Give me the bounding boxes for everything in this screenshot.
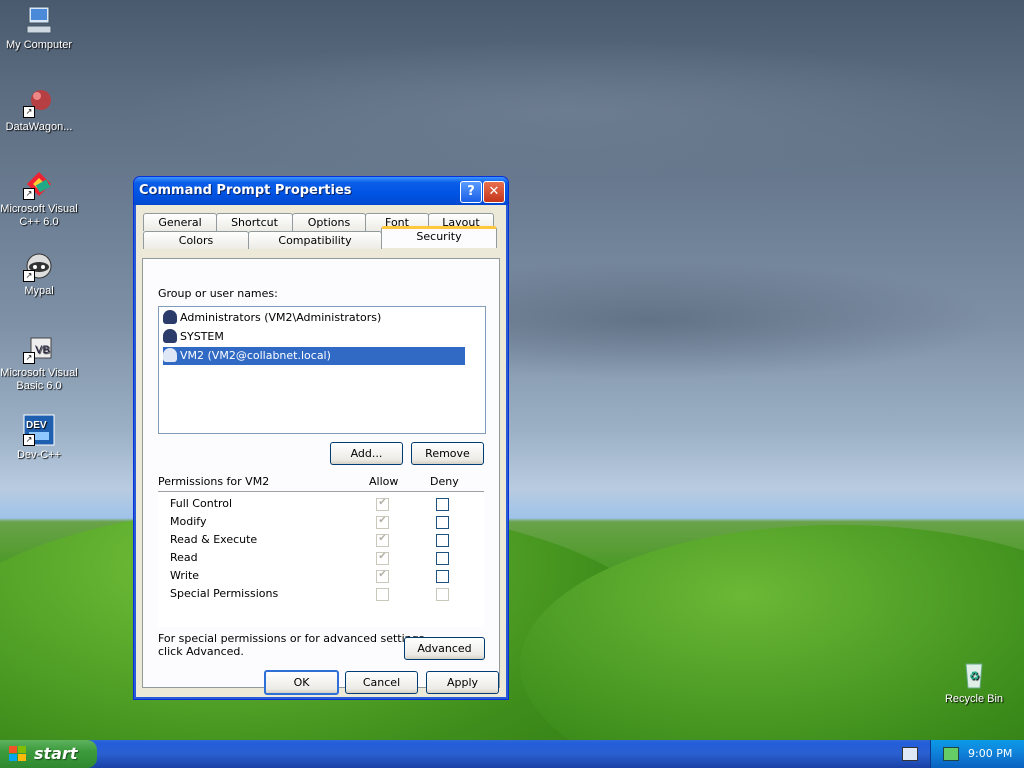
deny-column-header: Deny <box>430 475 459 488</box>
remove-button[interactable]: Remove <box>411 442 484 465</box>
shortcut-arrow-icon: ↗ <box>23 270 35 282</box>
advanced-button[interactable]: Advanced <box>404 637 485 660</box>
permission-name: Modify <box>170 515 207 528</box>
cancel-button[interactable]: Cancel <box>345 671 418 694</box>
permissions-list: Full Control Modify Read & Execute Read … <box>158 491 484 627</box>
network-icon[interactable] <box>943 747 959 761</box>
desktop-icon-label: My Computer <box>5 39 73 51</box>
user-group-icon <box>163 329 177 343</box>
desktop-icon-visual-cpp[interactable]: ↗ Microsoft Visual C++ 6.0 <box>0 168 78 229</box>
permissions-label: Permissions for VM2 <box>158 475 270 488</box>
user-icon <box>163 348 177 362</box>
dialog-client: General Shortcut Options Font Layout Col… <box>137 205 505 696</box>
svg-text:DEV: DEV <box>26 420 47 431</box>
tab-security[interactable]: Security <box>381 226 497 248</box>
desktop-icon-mypal[interactable]: ↗ Mypal <box>0 250 78 298</box>
ok-button[interactable]: OK <box>264 670 339 695</box>
desktop-icon-dev-cpp[interactable]: DEV ↗ Dev-C++ <box>0 414 78 462</box>
taskbar: start 9:00 PM <box>0 740 1024 768</box>
dev-cpp-icon: DEV ↗ <box>23 414 55 446</box>
mypal-icon: ↗ <box>23 250 55 282</box>
desktop-icon-label: Recycle Bin <box>944 693 1004 705</box>
permission-name: Read <box>170 551 198 564</box>
keyboard-icon[interactable] <box>902 747 918 761</box>
help-button[interactable]: ? <box>460 181 482 203</box>
user-list-item-selected[interactable]: VM2 (VM2@collabnet.local) <box>163 347 465 365</box>
checkmark-icon: ✔ <box>378 569 387 580</box>
checkmark-icon: ✔ <box>378 533 387 544</box>
deny-checkbox[interactable] <box>436 516 449 529</box>
allow-checkbox[interactable]: ✔ <box>376 515 389 529</box>
permission-name: Full Control <box>170 497 233 510</box>
shortcut-arrow-icon: ↗ <box>23 352 35 364</box>
system-tray: 9:00 PM <box>930 740 1024 768</box>
user-name: VM2 (VM2@collabnet.local) <box>180 349 331 362</box>
desktop-icon-label: Dev-C++ <box>16 449 62 461</box>
deny-checkbox[interactable] <box>436 498 449 511</box>
permission-name: Special Permissions <box>170 587 279 600</box>
apply-button[interactable]: Apply <box>426 671 499 694</box>
desktop-icon-datawagon[interactable]: ↗ DataWagon... <box>0 86 78 134</box>
tab-general[interactable]: General <box>143 213 217 231</box>
deny-checkbox[interactable] <box>436 570 449 583</box>
add-button[interactable]: Add... <box>330 442 403 465</box>
deny-checkbox[interactable] <box>436 552 449 565</box>
shortcut-arrow-icon: ↗ <box>23 188 35 200</box>
user-list[interactable]: Administrators (VM2\Administrators) SYST… <box>158 306 486 434</box>
desktop-icon-visual-basic[interactable]: VB ↗ Microsoft Visual Basic 6.0 <box>0 332 78 393</box>
desktop-icon-label: Microsoft Visual C++ 6.0 <box>0 203 78 228</box>
allow-column-header: Allow <box>369 475 399 488</box>
user-list-item[interactable]: Administrators (VM2\Administrators) <box>163 309 381 327</box>
allow-checkbox[interactable] <box>376 588 389 601</box>
user-list-item[interactable]: SYSTEM <box>163 328 224 346</box>
visual-basic-icon: VB ↗ <box>23 332 55 364</box>
allow-checkbox[interactable]: ✔ <box>376 569 389 583</box>
clock[interactable]: 9:00 PM <box>968 747 1012 760</box>
user-name: Administrators (VM2\Administrators) <box>180 311 382 324</box>
recycle-bin-icon: ♻ <box>958 658 990 690</box>
checkmark-icon: ✔ <box>378 497 387 508</box>
desktop-icon-recycle-bin[interactable]: ♻ Recycle Bin <box>935 658 1013 706</box>
dialog-title: Command Prompt Properties <box>139 183 352 198</box>
shortcut-arrow-icon: ↗ <box>23 106 35 118</box>
group-names-label: Group or user names: <box>158 287 278 300</box>
tab-colors[interactable]: Colors <box>143 231 249 249</box>
my-computer-icon <box>23 4 55 36</box>
desktop-icon-label: Mypal <box>24 285 54 297</box>
permission-name: Read & Execute <box>170 533 258 546</box>
start-label: start <box>34 744 78 763</box>
tab-options[interactable]: Options <box>292 213 366 231</box>
shortcut-arrow-icon: ↗ <box>23 434 35 446</box>
svg-text:♻: ♻ <box>969 669 980 683</box>
sky-cloud <box>120 40 1020 180</box>
permission-name: Write <box>170 569 200 582</box>
advanced-note-line2: click Advanced. <box>158 645 244 658</box>
deny-checkbox[interactable] <box>436 588 449 601</box>
tab-shortcut[interactable]: Shortcut <box>216 213 293 231</box>
start-button[interactable]: start <box>0 740 97 768</box>
tab-compatibility[interactable]: Compatibility <box>248 231 382 249</box>
checkmark-icon: ✔ <box>378 515 387 526</box>
datawagon-icon: ↗ <box>23 86 55 118</box>
dialog-titlebar[interactable]: Command Prompt Properties ? ✕ <box>134 177 508 205</box>
desktop-icon-label: DataWagon... <box>5 121 73 133</box>
advanced-note-line1: For special permissions or for advanced … <box>158 632 428 645</box>
allow-checkbox[interactable]: ✔ <box>376 533 389 547</box>
desktop-icon-my-computer[interactable]: My Computer <box>0 4 78 52</box>
windows-flag-icon <box>9 746 26 761</box>
properties-dialog: Command Prompt Properties ? ✕ General Sh… <box>133 176 509 700</box>
user-name: SYSTEM <box>180 330 224 343</box>
hill <box>520 525 1024 740</box>
deny-checkbox[interactable] <box>436 534 449 547</box>
close-button[interactable]: ✕ <box>483 181 505 203</box>
user-group-icon <box>163 310 177 324</box>
allow-checkbox[interactable]: ✔ <box>376 497 389 511</box>
desktop-icon-label: Microsoft Visual Basic 6.0 <box>0 367 78 392</box>
visual-cpp-icon: ↗ <box>23 168 55 200</box>
svg-text:VB: VB <box>35 344 50 356</box>
security-panel: Group or user names: Administrators (VM2… <box>142 258 500 688</box>
checkmark-icon: ✔ <box>378 551 387 562</box>
allow-checkbox[interactable]: ✔ <box>376 551 389 565</box>
